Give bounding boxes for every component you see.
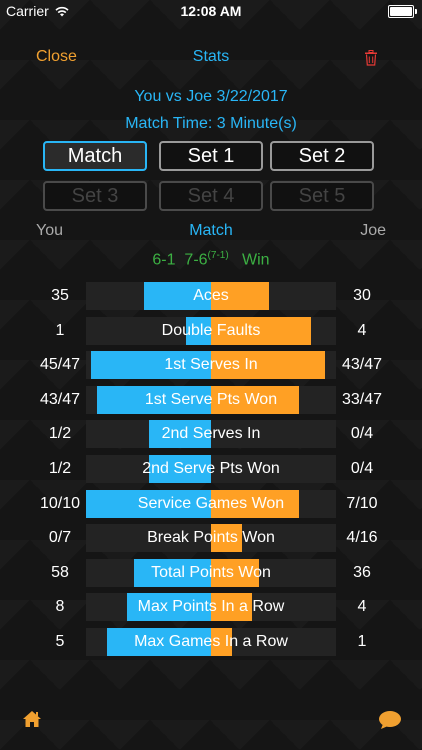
- stat-row: 1/2 2nd Serve Pts Won 0/4: [0, 454, 422, 484]
- stat-row: 45/47 1st Serves In 43/47: [0, 350, 422, 380]
- stat-right-value: 30: [353, 287, 371, 304]
- stat-right-value: 33/47: [341, 390, 383, 408]
- stat-label: Max Points In a Row: [137, 598, 285, 616]
- stat-right-value: 0/4: [350, 425, 374, 443]
- stat-right-value: 7/10: [346, 494, 378, 512]
- stat-row: 0/7 Break Points Won 4/16: [0, 523, 422, 553]
- stat-label: Total Points Won: [151, 563, 271, 581]
- stat-label: 1st Serve Pts Won: [144, 390, 278, 408]
- stat-label: Max Games In a Row: [134, 633, 288, 650]
- stat-row: 1 Double Faults 4: [0, 316, 422, 346]
- stat-label: Break Points Won: [147, 529, 275, 547]
- stat-label: 1st Serves In: [164, 356, 258, 374]
- home-icon[interactable]: [22, 710, 42, 728]
- stat-row: 43/47 1st Serve Pts Won 33/47: [0, 385, 422, 415]
- stat-label: 2nd Serves In: [161, 425, 261, 443]
- stat-row: 58 Total Points Won 36: [0, 558, 422, 588]
- stat-right-value: 43/47: [341, 356, 383, 374]
- stat-right-value: 0/4: [350, 460, 374, 477]
- stats-table: 35 Aces 30 1 Double Faults 4 45/47 1st Serves I…: [0, 0, 422, 750]
- stat-label: Aces: [193, 287, 229, 304]
- stat-label: Service Games Won: [137, 494, 285, 512]
- stat-right-value: 4: [357, 321, 367, 339]
- stat-right-value: 4: [357, 598, 367, 616]
- stat-right-value: 4/16: [346, 529, 378, 547]
- stat-row: 35 Aces 30: [0, 281, 422, 311]
- stat-row: 10/10 Service Games Won 7/10: [0, 489, 422, 519]
- stat-label: 2nd Serve Pts Won: [142, 460, 280, 477]
- stat-right-value: 1: [357, 633, 367, 650]
- chat-bubble-icon[interactable]: [378, 710, 402, 730]
- stat-row: 8 Max Points In a Row 4: [0, 592, 422, 622]
- stat-row: 5 Max Games In a Row 1: [0, 627, 422, 657]
- stat-label: Double Faults: [161, 321, 261, 339]
- stat-right-value: 36: [353, 563, 371, 581]
- stat-row: 1/2 2nd Serves In 0/4: [0, 419, 422, 449]
